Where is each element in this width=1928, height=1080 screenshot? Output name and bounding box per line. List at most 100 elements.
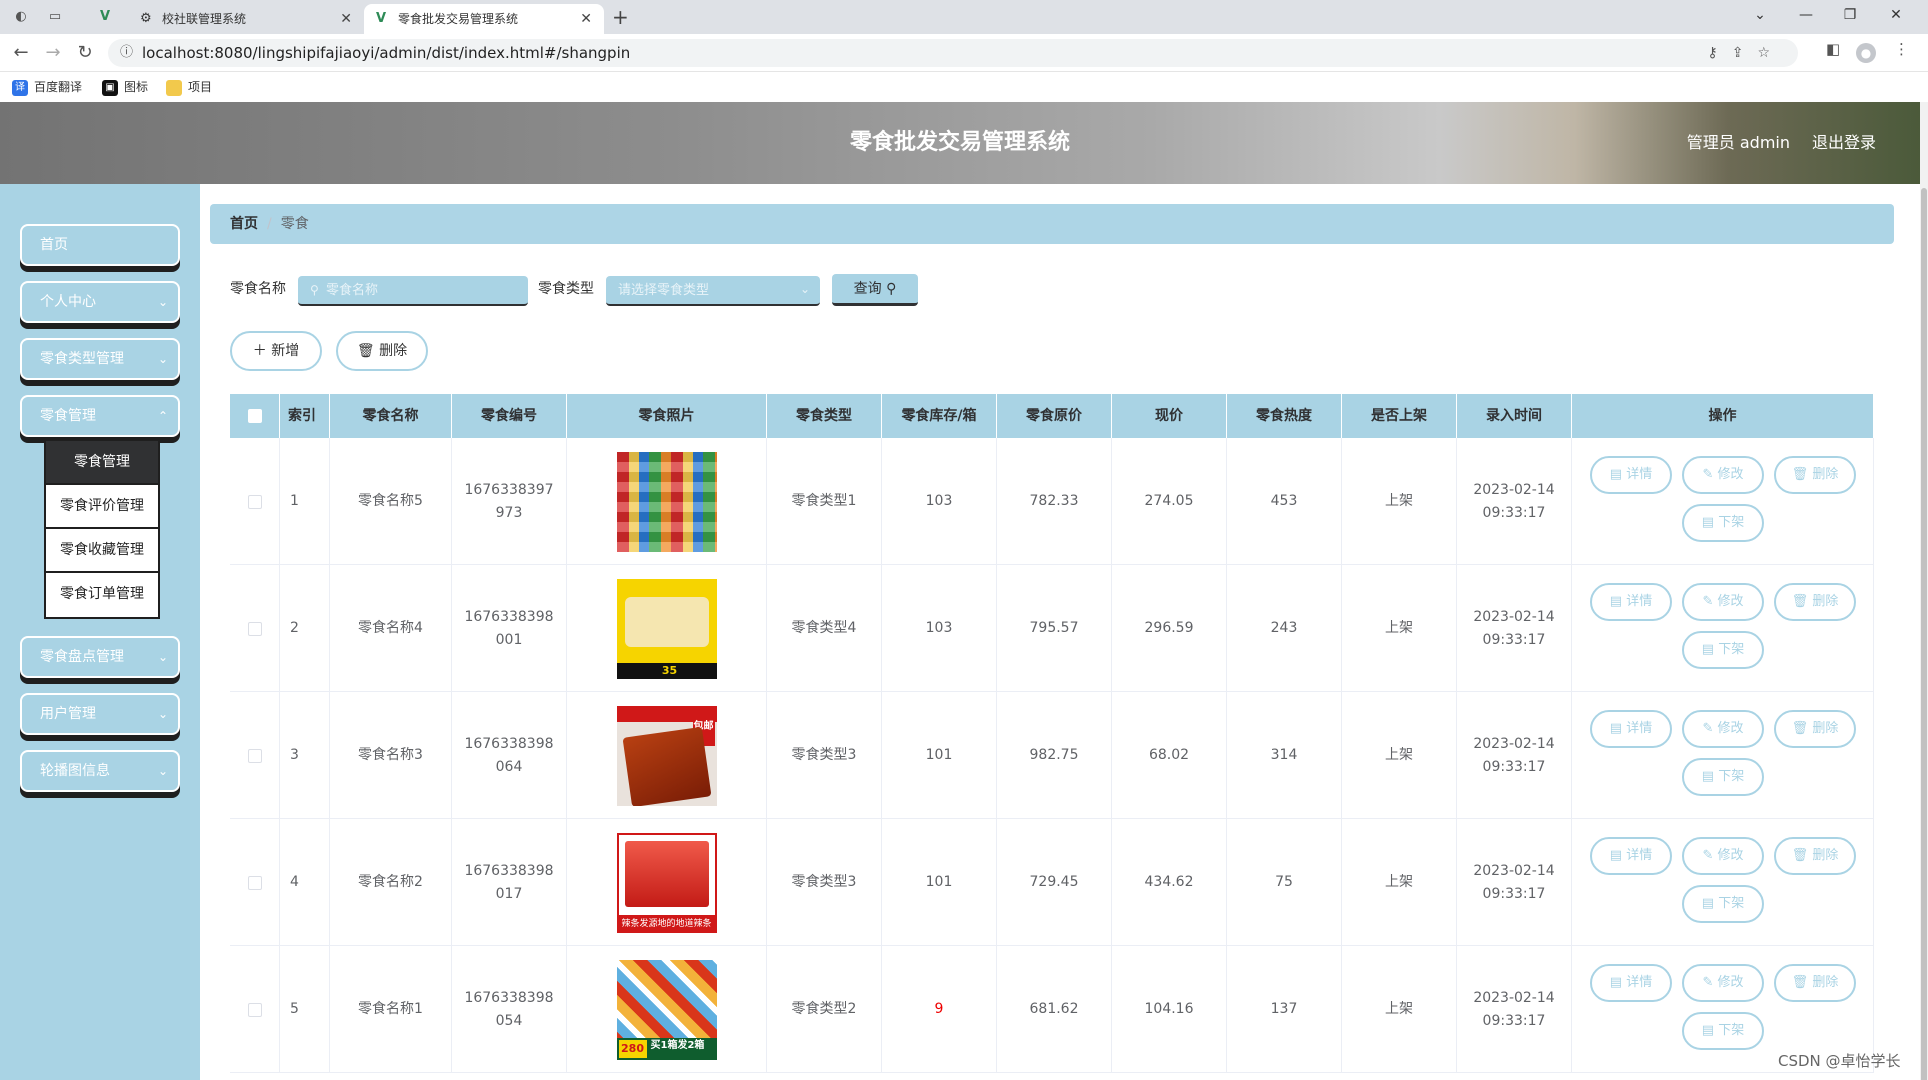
page-scrollbar[interactable]: [1920, 102, 1928, 1080]
edit-label: 修改: [1717, 594, 1744, 609]
tab-search-icon[interactable]: ⌄: [1740, 0, 1780, 30]
submenu-item-orders[interactable]: 零食订单管理: [46, 573, 158, 617]
trash-icon: 🗑: [356, 343, 375, 359]
offshelf-button[interactable]: ▤ 下架: [1682, 631, 1764, 669]
edit-button[interactable]: ✎ 修改: [1682, 710, 1764, 748]
price-value: 434.62: [1144, 874, 1194, 890]
menu-icon[interactable]: ⋮: [1894, 40, 1909, 58]
bookmark-project[interactable]: 项目: [166, 79, 212, 96]
offshelf-button[interactable]: ▤ 下架: [1682, 885, 1764, 923]
edit-button[interactable]: ✎ 修改: [1682, 837, 1764, 875]
breadcrumb-home[interactable]: 首页: [230, 216, 258, 232]
row-checkbox[interactable]: [247, 621, 262, 636]
delete-button[interactable]: 🗑 删除: [1774, 964, 1856, 1002]
submenu-item-reviews[interactable]: 零食评价管理: [46, 485, 158, 529]
logout-link[interactable]: 退出登录: [1812, 102, 1876, 184]
name-search-input[interactable]: [298, 276, 528, 306]
browser-tab-1[interactable]: ⚙ 校社联管理系统 ✕: [128, 4, 364, 34]
bookmarks-bar: 译百度翻译 ▣ 图标 项目: [0, 72, 1928, 102]
detail-button[interactable]: ▤ 详情: [1590, 964, 1672, 1002]
type-select[interactable]: [606, 276, 820, 306]
delete-label: 删除: [1812, 467, 1839, 482]
new-tab-icon[interactable]: +: [612, 2, 629, 32]
offshelf-button[interactable]: ▤ 下架: [1682, 1012, 1764, 1050]
close-icon[interactable]: ✕: [580, 4, 592, 34]
sidebar-item-snack-types[interactable]: 零食类型管理 ⌄: [20, 338, 180, 380]
row-checkbox[interactable]: [247, 494, 262, 509]
row-checkbox[interactable]: [247, 875, 262, 890]
forward-icon[interactable]: →: [40, 40, 66, 66]
cell-price: 68.02: [1112, 692, 1227, 819]
sidebar-item-home[interactable]: 首页: [20, 224, 180, 266]
sidebar-item-snacks[interactable]: 零食管理 ⌃: [20, 395, 180, 437]
sidebar-item-inventory[interactable]: 零食盘点管理 ⌄: [20, 636, 180, 678]
delete-button[interactable]: 🗑 删除: [1774, 456, 1856, 494]
bookmark-icons[interactable]: ▣ 图标: [102, 79, 148, 96]
breadcrumb: 首页 / 零食: [210, 204, 1894, 244]
header-select[interactable]: [230, 394, 280, 438]
sidebar-item-carousel[interactable]: 轮播图信息 ⌄: [20, 750, 180, 792]
scrollbar-thumb[interactable]: [1921, 188, 1927, 1080]
trash-icon: 🗑: [1791, 467, 1809, 482]
product-image: 280 买1箱发2箱: [616, 959, 717, 1060]
cell-created-time: 2023-02-14 09:33:17: [1457, 692, 1572, 819]
reload-icon[interactable]: ↻: [72, 40, 98, 66]
index-value: 5: [290, 1001, 299, 1017]
back-icon[interactable]: ←: [8, 40, 34, 66]
cell-original-price: 982.75: [997, 692, 1112, 819]
sidebar-toggle-icon[interactable]: ◧: [1826, 40, 1840, 58]
sidebar-item-users[interactable]: 用户管理 ⌄: [20, 693, 180, 735]
on-shelf-value: 上架: [1385, 874, 1413, 890]
omnibox-icons[interactable]: ⚷⇪☆: [1707, 39, 1784, 67]
detail-button[interactable]: ▤ 详情: [1590, 456, 1672, 494]
url-field[interactable]: ⓘ localhost:8080/lingshipifajiaoyi/admin…: [108, 39, 1798, 67]
submenu-item-snacks[interactable]: 零食管理: [46, 441, 158, 485]
heat-value: 137: [1270, 1001, 1298, 1017]
info-icon[interactable]: ⓘ: [120, 39, 133, 67]
chevron-down-icon: ⌄: [157, 764, 168, 778]
document-icon: ▤: [1609, 975, 1623, 990]
delete-button[interactable]: 🗑 删除: [1774, 583, 1856, 621]
offshelf-button[interactable]: ▤ 下架: [1682, 758, 1764, 796]
row-checkbox[interactable]: [247, 748, 262, 763]
chevron-down-icon: ⌄: [157, 707, 168, 721]
cell-photo: 辣条发源地的地道辣条: [567, 819, 767, 946]
chevron-down-icon: ⌄: [157, 295, 168, 309]
sidebar-item-profile[interactable]: 个人中心 ⌄: [20, 281, 180, 323]
type-value: 零食类型1: [791, 493, 857, 509]
batch-delete-button[interactable]: 🗑 删除: [336, 331, 428, 371]
code-value: 1676338398001: [464, 608, 554, 648]
row-checkbox[interactable]: [247, 1002, 262, 1017]
detail-button[interactable]: ▤ 详情: [1590, 710, 1672, 748]
globe-icon[interactable]: ◐: [12, 8, 30, 26]
detail-button[interactable]: ▤ 详情: [1590, 837, 1672, 875]
table-row: 2 零食名称4 1676338398001 35 零食类型4 103 795.57 296.…: [230, 565, 1874, 692]
tab-title: 零食批发交易管理系统: [398, 12, 519, 26]
profile-avatar-icon[interactable]: ●: [1856, 43, 1876, 63]
select-all-checkbox[interactable]: [247, 409, 262, 423]
detail-button[interactable]: ▤ 详情: [1590, 583, 1672, 621]
cell-code: 1676338398054: [452, 946, 567, 1073]
browser-tab-2[interactable]: V 零食批发交易管理系统 ✕: [364, 4, 604, 34]
minimize-icon[interactable]: —: [1786, 0, 1826, 30]
delete-button[interactable]: 🗑 删除: [1774, 710, 1856, 748]
sidebar-item-label: 零食类型管理: [40, 351, 124, 367]
edit-button[interactable]: ✎ 修改: [1682, 964, 1764, 1002]
edit-button[interactable]: ✎ 修改: [1682, 456, 1764, 494]
product-image: [616, 451, 717, 552]
delete-button[interactable]: 🗑 删除: [1774, 837, 1856, 875]
bookmark-translate[interactable]: 译百度翻译: [12, 79, 82, 96]
original-price-value: 795.57: [1029, 620, 1079, 636]
restore-icon[interactable]: ❐: [1830, 0, 1870, 30]
tab-page-icon[interactable]: ▭: [46, 8, 64, 26]
query-button[interactable]: 查询 ⚲: [832, 274, 918, 306]
vue-icon[interactable]: V: [96, 8, 114, 26]
close-icon[interactable]: ✕: [340, 4, 352, 34]
bookmark-label: 百度翻译: [34, 80, 83, 94]
submenu-item-favorites[interactable]: 零食收藏管理: [46, 529, 158, 573]
add-button[interactable]: ＋ 新增: [230, 331, 322, 371]
window-close-icon[interactable]: ✕: [1876, 0, 1916, 30]
cell-stock: 103: [882, 438, 997, 565]
offshelf-button[interactable]: ▤ 下架: [1682, 504, 1764, 542]
edit-button[interactable]: ✎ 修改: [1682, 583, 1764, 621]
